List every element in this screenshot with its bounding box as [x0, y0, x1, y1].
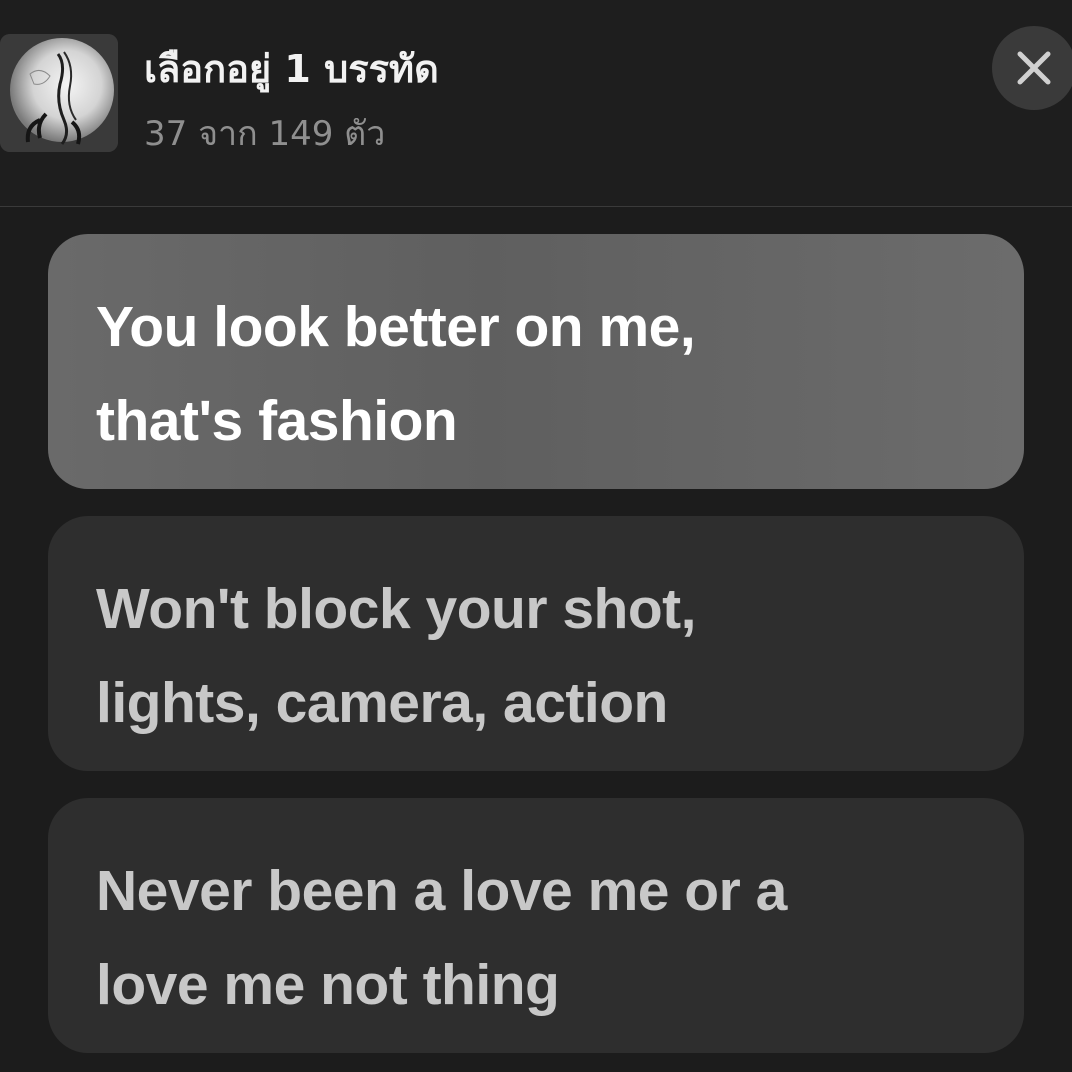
header-divider	[0, 206, 1072, 207]
share-lyrics-sheet: เลือกอยู่ 1 บรรทัด 37 จาก 149 ตัว You lo…	[0, 0, 1072, 1072]
album-art-image	[0, 34, 118, 152]
selection-title: เลือกอยู่ 1 บรรทัด	[144, 47, 439, 91]
lyric-card[interactable]: Never been a love me or a love me not th…	[48, 798, 1024, 1053]
sheet-header: เลือกอยู่ 1 บรรทัด 37 จาก 149 ตัว	[0, 0, 1072, 206]
lyric-line: You look better on me,	[96, 295, 696, 359]
lyric-text: Won't block your shot, lights, camera, a…	[96, 562, 984, 750]
lyric-card-selected[interactable]: You look better on me, that's fashion	[48, 234, 1024, 489]
lyric-text: You look better on me, that's fashion	[96, 280, 984, 468]
character-count: 37 จาก 149 ตัว	[144, 114, 386, 154]
lyric-text: Never been a love me or a love me not th…	[96, 844, 984, 1032]
lyric-line: Never been a love me or a	[96, 859, 787, 923]
lyric-line: Won't block your shot,	[96, 577, 697, 641]
close-icon	[1017, 51, 1051, 85]
album-artwork	[0, 34, 118, 152]
lyric-card[interactable]: Won't block your shot, lights, camera, a…	[48, 516, 1024, 771]
lyric-line: lights, camera, action	[96, 671, 668, 735]
lyric-line: love me not thing	[96, 953, 560, 1017]
close-button[interactable]	[992, 26, 1072, 110]
lyric-line: that's fashion	[96, 389, 458, 453]
lyrics-list: You look better on me, that's fashion Wo…	[48, 234, 1024, 1072]
